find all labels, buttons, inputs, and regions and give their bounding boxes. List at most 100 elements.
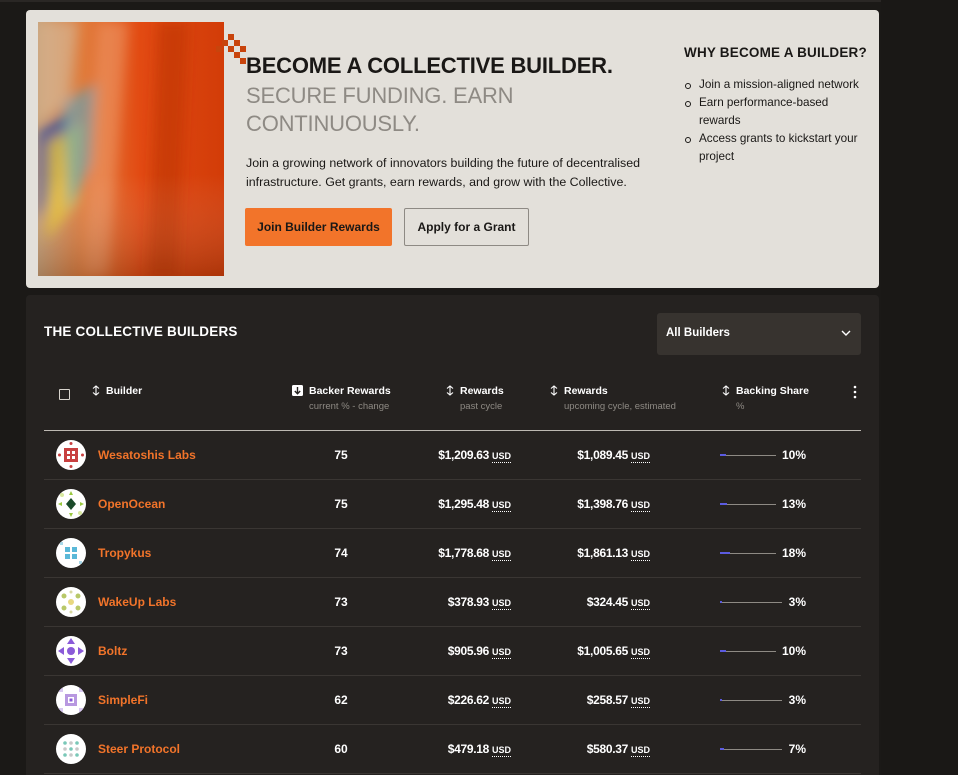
column-share-label: Backing Share <box>736 385 809 397</box>
rewards-upcoming-amount: $580.37 <box>586 742 629 756</box>
builder-avatar <box>56 587 86 617</box>
column-backer-label: Backer Rewards <box>309 385 391 397</box>
rewards-upcoming-value: $580.37 USD <box>586 742 650 757</box>
backing-share-bar <box>720 503 776 505</box>
currency-label[interactable]: USD <box>630 598 650 610</box>
hero-title: BECOME A COLLECTIVE BUILDER. <box>246 53 613 78</box>
currency-label[interactable]: USD <box>491 696 511 708</box>
builder-name-link[interactable]: Steer Protocol <box>98 742 180 756</box>
why-builder-item: Earn performance-based rewards <box>684 94 864 130</box>
column-builder[interactable]: Builder <box>92 385 142 397</box>
rewards-upcoming-value: $1,005.65 USD <box>577 644 650 659</box>
collective-builders-panel: THE COLLECTIVE BUILDERS All Builders Bui… <box>26 295 879 775</box>
sort-icon <box>550 385 558 396</box>
rewards-past-value: $226.62 USD <box>448 693 511 708</box>
backing-share-value: 10% <box>781 448 806 462</box>
currency-label[interactable]: USD <box>491 598 511 610</box>
join-builder-rewards-button[interactable]: Join Builder Rewards <box>245 208 392 246</box>
table-row[interactable]: SimpleFi 62 $226.62 USD $258.57 USD 3% <box>44 676 861 725</box>
backer-rewards-value: 74 <box>334 546 348 560</box>
column-rewards-past[interactable]: Rewards past cycle <box>446 385 504 412</box>
table-row[interactable]: Tropykus 74 $1,778.68 USD $1,861.13 USD 18% <box>44 529 861 578</box>
table-row[interactable]: Wesatoshis Labs 75 $1,209.63 USD $1,089.45 US… <box>44 431 861 480</box>
currency-label[interactable]: USD <box>630 451 650 463</box>
backing-share-fill <box>720 650 726 652</box>
backing-share-fill <box>720 699 722 701</box>
backing-share-fill <box>720 601 722 603</box>
currency-label[interactable]: USD <box>630 549 650 561</box>
table-row[interactable]: Steer Protocol 60 $479.18 USD $580.37 USD 7% <box>44 725 861 774</box>
rewards-past-amount: $905.96 <box>447 644 490 658</box>
currency-label[interactable]: USD <box>630 500 650 512</box>
rewards-past-value: $1,778.68 USD <box>438 546 511 561</box>
currency-label[interactable]: USD <box>630 696 650 708</box>
currency-label[interactable]: USD <box>630 745 650 757</box>
rewards-upcoming-value: $258.57 USD <box>586 693 650 708</box>
builder-name-link[interactable]: OpenOcean <box>98 497 165 511</box>
currency-label[interactable]: USD <box>491 647 511 659</box>
currency-label[interactable]: USD <box>491 745 511 757</box>
chevron-down-icon <box>841 330 851 336</box>
rewards-past-value: $905.96 USD <box>447 644 511 659</box>
backing-share-value: 13% <box>781 497 806 511</box>
backing-share-value: 3% <box>788 693 806 707</box>
rewards-past-amount: $479.18 <box>447 742 490 756</box>
sort-desc-icon <box>292 385 303 396</box>
column-backer-rewards[interactable]: Backer Rewards current % - change <box>292 385 391 412</box>
filter-selected-value: All Builders <box>666 327 730 339</box>
column-rewards-upcoming[interactable]: Rewards upcoming cycle, estimated <box>550 385 676 412</box>
column-rewards-upcoming-label: Rewards <box>564 385 608 397</box>
builder-hero-card: BECOME A COLLECTIVE BUILDER. SECURE FUND… <box>26 10 879 288</box>
builder-logo-icon <box>61 590 81 614</box>
rewards-upcoming-amount: $1,861.13 <box>577 546 628 560</box>
why-builder-item: Join a mission-aligned network <box>684 76 864 94</box>
column-rewards-past-sub: past cycle <box>460 401 503 412</box>
builder-name-link[interactable]: Boltz <box>98 644 127 658</box>
hero-subtitle: SECURE FUNDING. EARN CONTINUOUSLY. <box>246 83 514 136</box>
rewards-upcoming-value: $1,861.13 USD <box>577 546 650 561</box>
rewards-upcoming-value: $1,398.76 USD <box>577 497 650 512</box>
builder-name-link[interactable]: SimpleFi <box>98 693 148 707</box>
table-row[interactable]: WakeUp Labs 73 $378.93 USD $324.45 USD 3% <box>44 578 861 627</box>
backer-rewards-value: 75 <box>334 448 348 462</box>
currency-label[interactable]: USD <box>491 451 511 463</box>
builder-avatar <box>56 685 86 715</box>
builders-filter-dropdown[interactable]: All Builders <box>657 313 861 355</box>
builder-name-link[interactable]: WakeUp Labs <box>98 595 176 609</box>
currency-label[interactable]: USD <box>491 500 511 512</box>
builder-logo-icon <box>63 741 79 757</box>
builder-name-link[interactable]: Wesatoshis Labs <box>98 448 196 462</box>
builder-avatar <box>56 734 86 764</box>
rewards-upcoming-amount: $258.57 <box>586 693 629 707</box>
backer-rewards-value: 62 <box>334 693 348 707</box>
sort-icon <box>446 385 454 396</box>
builders-table-body: Wesatoshis Labs 75 $1,209.63 USD $1,089.45 US… <box>44 431 861 774</box>
table-row[interactable]: OpenOcean 75 $1,295.48 USD $1,398.76 USD 13% <box>44 480 861 529</box>
rewards-upcoming-value: $324.45 USD <box>587 595 650 610</box>
backing-share-fill <box>720 503 727 505</box>
table-row[interactable]: Boltz 73 $905.96 USD $1,005.65 USD 10% <box>44 627 861 676</box>
builder-logo-icon <box>60 542 82 564</box>
backing-share-bar <box>720 748 782 750</box>
builder-name-link[interactable]: Tropykus <box>98 546 151 560</box>
currency-label[interactable]: USD <box>630 647 650 659</box>
hero-artwork <box>38 22 224 276</box>
backing-share-fill <box>720 454 726 456</box>
column-backing-share[interactable]: Backing Share % <box>722 385 809 412</box>
rewards-upcoming-amount: $1,005.65 <box>577 644 628 658</box>
backer-rewards-value: 73 <box>334 644 348 658</box>
apply-for-grant-button[interactable]: Apply for a Grant <box>404 208 529 246</box>
column-options-icon[interactable] <box>853 385 857 399</box>
builder-logo-icon <box>58 491 84 517</box>
backing-share-fill <box>720 748 724 750</box>
builder-logo-icon <box>58 442 84 468</box>
why-builder-item: Access grants to kickstart your project <box>684 130 864 166</box>
backing-share-bar <box>720 650 776 652</box>
why-builder-heading: WHY BECOME A BUILDER? <box>684 45 867 60</box>
select-all-checkbox[interactable] <box>59 389 70 400</box>
backing-share-value: 10% <box>781 644 806 658</box>
backer-rewards-value: 75 <box>334 497 348 511</box>
currency-label[interactable]: USD <box>491 549 511 561</box>
builder-avatar <box>56 440 86 470</box>
backing-share-bar <box>720 454 776 456</box>
